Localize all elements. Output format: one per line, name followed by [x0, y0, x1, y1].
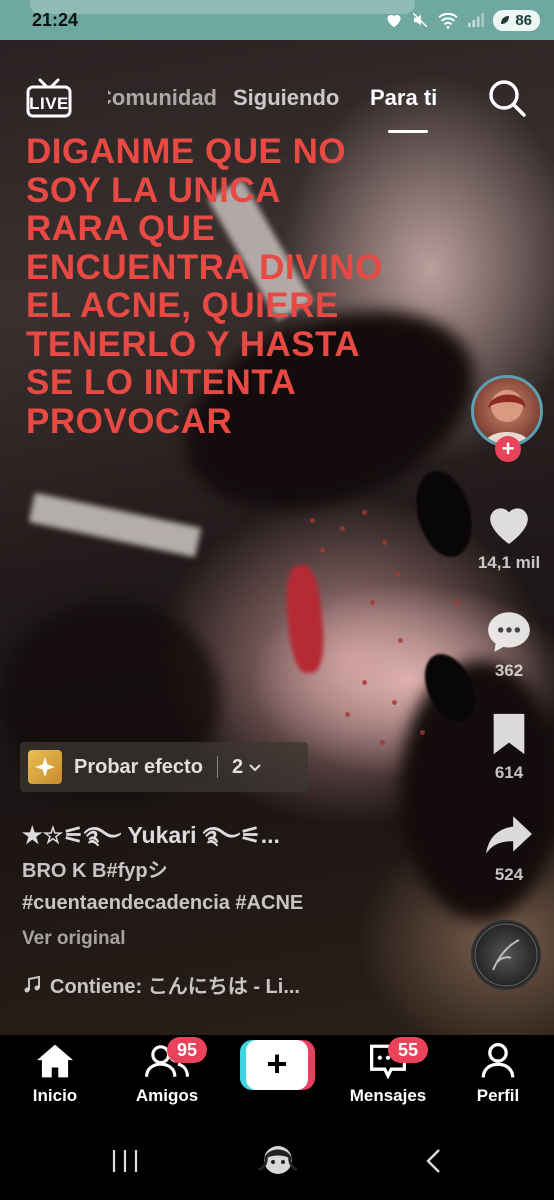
tab-para-ti[interactable]: Para ti	[370, 85, 437, 111]
save-button[interactable]: 614	[464, 710, 554, 783]
share-button[interactable]: 524	[464, 812, 554, 885]
bookmark-icon	[493, 713, 525, 755]
notification-badge: 95	[167, 1037, 207, 1063]
video-freckle	[455, 600, 460, 605]
home-gesture-icon[interactable]	[253, 1140, 303, 1182]
effect-icon	[28, 750, 62, 784]
video-freckle	[345, 712, 350, 717]
recent-apps-icon[interactable]	[110, 1148, 140, 1174]
nav-perfil[interactable]: Perfil	[448, 1043, 548, 1106]
heart-icon	[387, 14, 401, 28]
post-caption: BRO K B#fypシ #cuentaendecadencia #ACNE	[22, 855, 303, 919]
music-note-icon	[24, 975, 40, 992]
nav-label: Mensajes	[349, 1086, 427, 1105]
avatar-art-icon	[484, 390, 530, 444]
share-count: 524	[494, 865, 524, 884]
effect-count: 2	[231, 755, 244, 778]
video-freckle	[380, 740, 385, 745]
see-original-link[interactable]: Ver original	[22, 928, 125, 950]
nav-label: Amigos	[135, 1086, 199, 1105]
tab-comunidad[interactable]: Comunidad	[108, 85, 217, 111]
notification-badge: 55	[388, 1037, 428, 1063]
heart-icon	[490, 508, 528, 544]
video-overlay-text: DIGANME QUE NO SOY LA UNICA RARA QUE ENC…	[26, 132, 383, 441]
system-nav-bar	[0, 1120, 554, 1200]
sparkle-icon	[35, 757, 55, 777]
like-count: 14,1 mil	[477, 553, 541, 572]
search-icon	[489, 80, 526, 117]
profile-icon	[481, 1043, 515, 1078]
video-lips	[283, 563, 327, 675]
search-button[interactable]	[487, 78, 527, 118]
sound-label: Contiene: こんにちは - Li...	[50, 976, 300, 998]
video-freckle	[362, 680, 367, 685]
video-freckle	[370, 600, 375, 605]
status-bar: 21:24 86	[0, 0, 554, 40]
follow-button[interactable]: +	[495, 436, 521, 462]
home-icon	[37, 1044, 73, 1078]
nav-label: Perfil	[476, 1086, 520, 1105]
video-freckle	[362, 510, 367, 515]
bottom-nav: Inicio Amigos 95 + Mensajes 55 Perfil	[0, 1035, 554, 1120]
video-freckle	[320, 548, 325, 553]
status-icons: 86	[385, 9, 540, 31]
plus-icon: +	[246, 1040, 308, 1090]
nav-inicio[interactable]: Inicio	[5, 1043, 105, 1106]
top-nav: LIVE Comunidad Siguiendo Para ti	[0, 78, 554, 138]
status-pill	[30, 0, 415, 14]
effect-divider	[216, 756, 218, 778]
live-button[interactable]: LIVE	[26, 78, 72, 118]
video-freckle	[310, 518, 315, 523]
battery-leaf-icon	[501, 16, 510, 24]
chevron-down-icon	[249, 764, 261, 772]
status-time: 21:24	[32, 9, 79, 30]
video-freckle	[420, 730, 425, 735]
signal-icon	[468, 12, 485, 28]
nav-mensajes[interactable]: Mensajes 55	[338, 1037, 438, 1106]
live-tv-icon: LIVE	[26, 78, 72, 118]
comment-icon	[488, 612, 530, 652]
nav-label: Inicio	[32, 1086, 78, 1105]
music-disc-art-icon	[474, 923, 538, 987]
battery-level: 86	[515, 11, 532, 29]
mute-icon	[413, 12, 428, 28]
video-freckle	[392, 700, 397, 705]
video-freckle	[395, 572, 400, 577]
comment-button[interactable]: 362	[464, 608, 554, 681]
create-button[interactable]: +	[240, 1040, 315, 1090]
wifi-icon	[438, 12, 458, 29]
nav-amigos[interactable]: Amigos 95	[117, 1037, 217, 1106]
video-freckle	[382, 540, 387, 545]
active-tab-indicator	[388, 130, 428, 133]
music-disc[interactable]	[471, 920, 541, 990]
like-button[interactable]: 14,1 mil	[464, 500, 554, 573]
effect-banner[interactable]: Probar efecto 2	[20, 742, 308, 792]
back-icon[interactable]	[423, 1147, 445, 1175]
sound-link[interactable]: Contiene: こんにちは - Li...	[22, 970, 300, 999]
tab-siguiendo[interactable]: Siguiendo	[233, 85, 339, 111]
video-freckle	[398, 638, 403, 643]
effect-label: Probar efecto	[74, 755, 203, 778]
caption-line: BRO K B#fypシ	[22, 860, 168, 882]
comment-count: 362	[494, 661, 524, 680]
video-collar	[28, 492, 202, 558]
share-icon	[486, 816, 532, 854]
caption-hashtags[interactable]: #cuentaendecadencia #ACNE	[22, 887, 303, 919]
live-label: LIVE	[29, 94, 69, 113]
save-count: 614	[494, 763, 524, 782]
video-freckle	[340, 526, 345, 531]
battery-icon: 86	[493, 9, 540, 31]
